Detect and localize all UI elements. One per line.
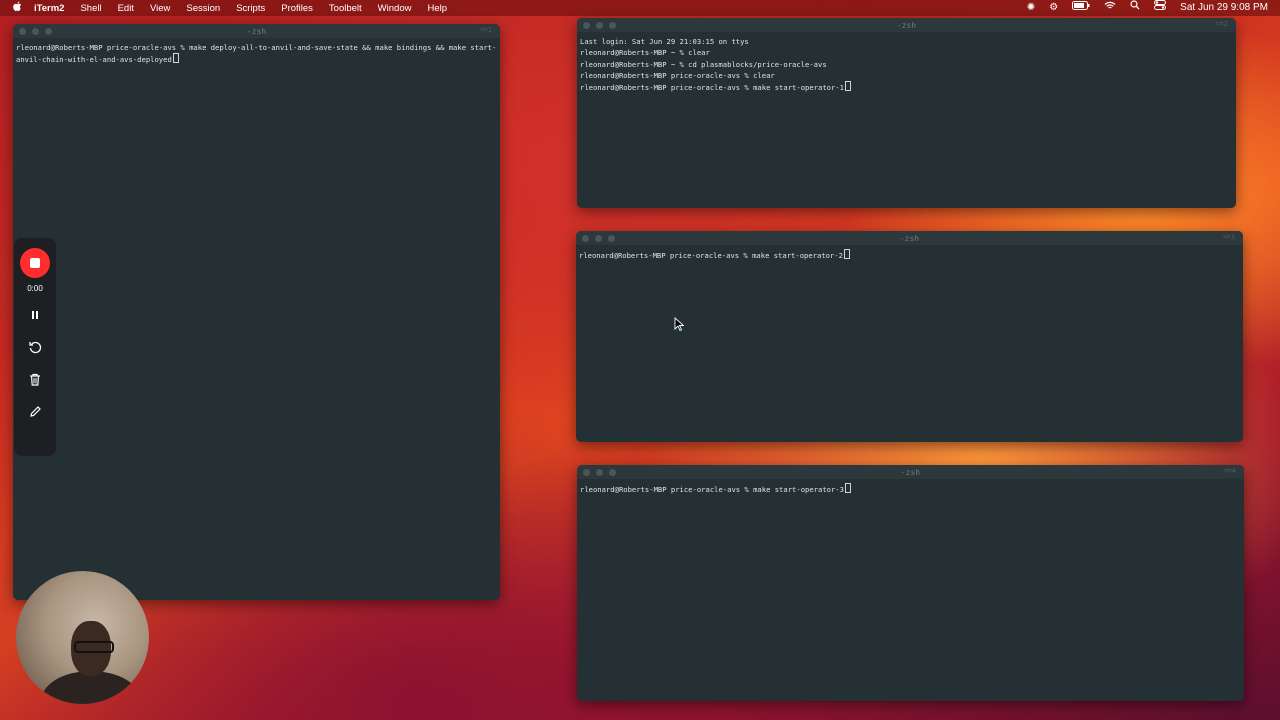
zoom-window-icon[interactable] — [609, 469, 616, 476]
terminal-output[interactable]: Last login: Sat Jun 29 21:03:15 on ttys r… — [577, 32, 1236, 97]
mouse-pointer-icon — [674, 317, 684, 331]
restart-icon — [29, 341, 42, 354]
menu-app-name[interactable]: iTerm2 — [34, 3, 64, 14]
window-title: -zsh — [246, 26, 267, 36]
control-center-icon[interactable] — [1154, 0, 1167, 16]
pause-recording-button[interactable] — [25, 305, 45, 325]
webcam-preview[interactable] — [16, 571, 149, 704]
menu-bar: iTerm2 Shell Edit View Session Scripts P… — [0, 0, 1280, 16]
text-cursor — [844, 81, 851, 92]
close-window-icon[interactable] — [583, 469, 590, 476]
window-title: -zsh — [896, 20, 917, 30]
zoom-window-icon[interactable] — [609, 22, 616, 29]
close-window-icon[interactable] — [582, 235, 589, 242]
terminal-line: rleonard@Roberts-MBP price-oracle-avs % … — [579, 251, 843, 260]
zoom-window-icon[interactable] — [608, 235, 615, 242]
window-titlebar[interactable]: -zsh ⌥⌘4 — [577, 465, 1244, 479]
apple-menu-icon[interactable] — [12, 1, 24, 15]
menu-scripts[interactable]: Scripts — [236, 3, 265, 14]
stop-icon — [30, 258, 40, 268]
wifi-icon[interactable] — [1104, 0, 1116, 16]
terminal-line: rleonard@Roberts-MBP ~ % cd plasmablocks… — [580, 59, 827, 69]
text-cursor — [172, 53, 179, 64]
spotlight-search-icon[interactable] — [1130, 0, 1140, 16]
terminal-line: rleonard@Roberts-MBP price-oracle-avs % … — [580, 83, 844, 93]
menu-session[interactable]: Session — [186, 3, 220, 14]
traffic-lights[interactable] — [583, 469, 616, 476]
webcam-person-glasses — [74, 641, 114, 653]
menu-shell[interactable]: Shell — [80, 3, 101, 14]
delete-recording-button[interactable] — [25, 369, 45, 389]
menu-profiles[interactable]: Profiles — [281, 3, 313, 14]
settings-gear-icon[interactable]: ✺ — [1027, 0, 1035, 16]
pause-icon — [32, 311, 38, 319]
minimize-window-icon[interactable] — [596, 469, 603, 476]
window-title: -zsh — [899, 233, 920, 243]
text-cursor — [844, 483, 851, 493]
minimize-window-icon[interactable] — [595, 235, 602, 242]
terminal-line: rleonard@Roberts-MBP price-oracle-avs % … — [580, 70, 775, 80]
window-title: -zsh — [900, 467, 921, 477]
traffic-lights[interactable] — [19, 28, 52, 35]
terminal-output[interactable]: rleonard@Roberts-MBP price-oracle-avs % … — [577, 479, 1244, 499]
screen-recorder-panel: 0:00 — [14, 238, 56, 456]
restart-recording-button[interactable] — [25, 337, 45, 357]
recording-timer: 0:00 — [27, 284, 43, 293]
window-titlebar[interactable]: -zsh ⌥⌘3 — [576, 231, 1243, 245]
terminal-window-mid-right[interactable]: -zsh ⌥⌘3 rleonard@Roberts-MBP price-orac… — [576, 231, 1243, 442]
zoom-window-icon[interactable] — [45, 28, 52, 35]
menu-window[interactable]: Window — [378, 3, 412, 14]
terminal-window-top-right[interactable]: -zsh ⌥⌘2 Last login: Sat Jun 29 21:03:15… — [577, 18, 1236, 208]
window-shortcut: ⌥⌘3 — [1222, 233, 1235, 241]
minimize-window-icon[interactable] — [596, 22, 603, 29]
window-titlebar[interactable]: -zsh ⌥⌘2 — [577, 18, 1236, 32]
terminal-window-left[interactable]: -zsh ⌥⌘1 rleonard@Roberts-MBP price-orac… — [13, 24, 500, 600]
window-shortcut: ⌥⌘4 — [1223, 467, 1236, 475]
trash-icon — [30, 373, 40, 386]
window-shortcut: ⌥⌘1 — [479, 26, 492, 34]
terminal-output[interactable]: rleonard@Roberts-MBP price-oracle-avs % … — [576, 245, 1243, 265]
text-cursor — [843, 249, 850, 259]
terminal-window-bottom-right[interactable]: -zsh ⌥⌘4 rleonard@Roberts-MBP price-orac… — [577, 465, 1244, 701]
minimize-window-icon[interactable] — [32, 28, 39, 35]
close-window-icon[interactable] — [19, 28, 26, 35]
pencil-icon — [29, 405, 41, 417]
vpn-icon[interactable]: ⚙ — [1049, 0, 1058, 16]
terminal-line: rleonard@Roberts-MBP ~ % clear — [580, 48, 710, 58]
terminal-output[interactable]: rleonard@Roberts-MBP price-oracle-avs % … — [13, 38, 500, 70]
window-titlebar[interactable]: -zsh ⌥⌘1 — [13, 24, 500, 38]
menu-toolbelt[interactable]: Toolbelt — [329, 3, 362, 14]
menu-help[interactable]: Help — [427, 3, 447, 14]
close-window-icon[interactable] — [583, 22, 590, 29]
menu-clock[interactable]: Sat Jun 29 9:08 PM — [1180, 0, 1268, 16]
terminal-line: rleonard@Roberts-MBP price-oracle-avs % … — [16, 43, 497, 65]
stop-recording-button[interactable] — [20, 248, 50, 278]
traffic-lights[interactable] — [582, 235, 615, 242]
traffic-lights[interactable] — [583, 22, 616, 29]
menu-edit[interactable]: Edit — [118, 3, 134, 14]
terminal-line: Last login: Sat Jun 29 21:03:15 on ttys — [580, 37, 749, 46]
annotate-button[interactable] — [25, 401, 45, 421]
menu-view[interactable]: View — [150, 3, 170, 14]
window-shortcut: ⌥⌘2 — [1215, 20, 1228, 28]
battery-icon[interactable] — [1072, 0, 1090, 16]
terminal-line: rleonard@Roberts-MBP price-oracle-avs % … — [580, 485, 844, 494]
